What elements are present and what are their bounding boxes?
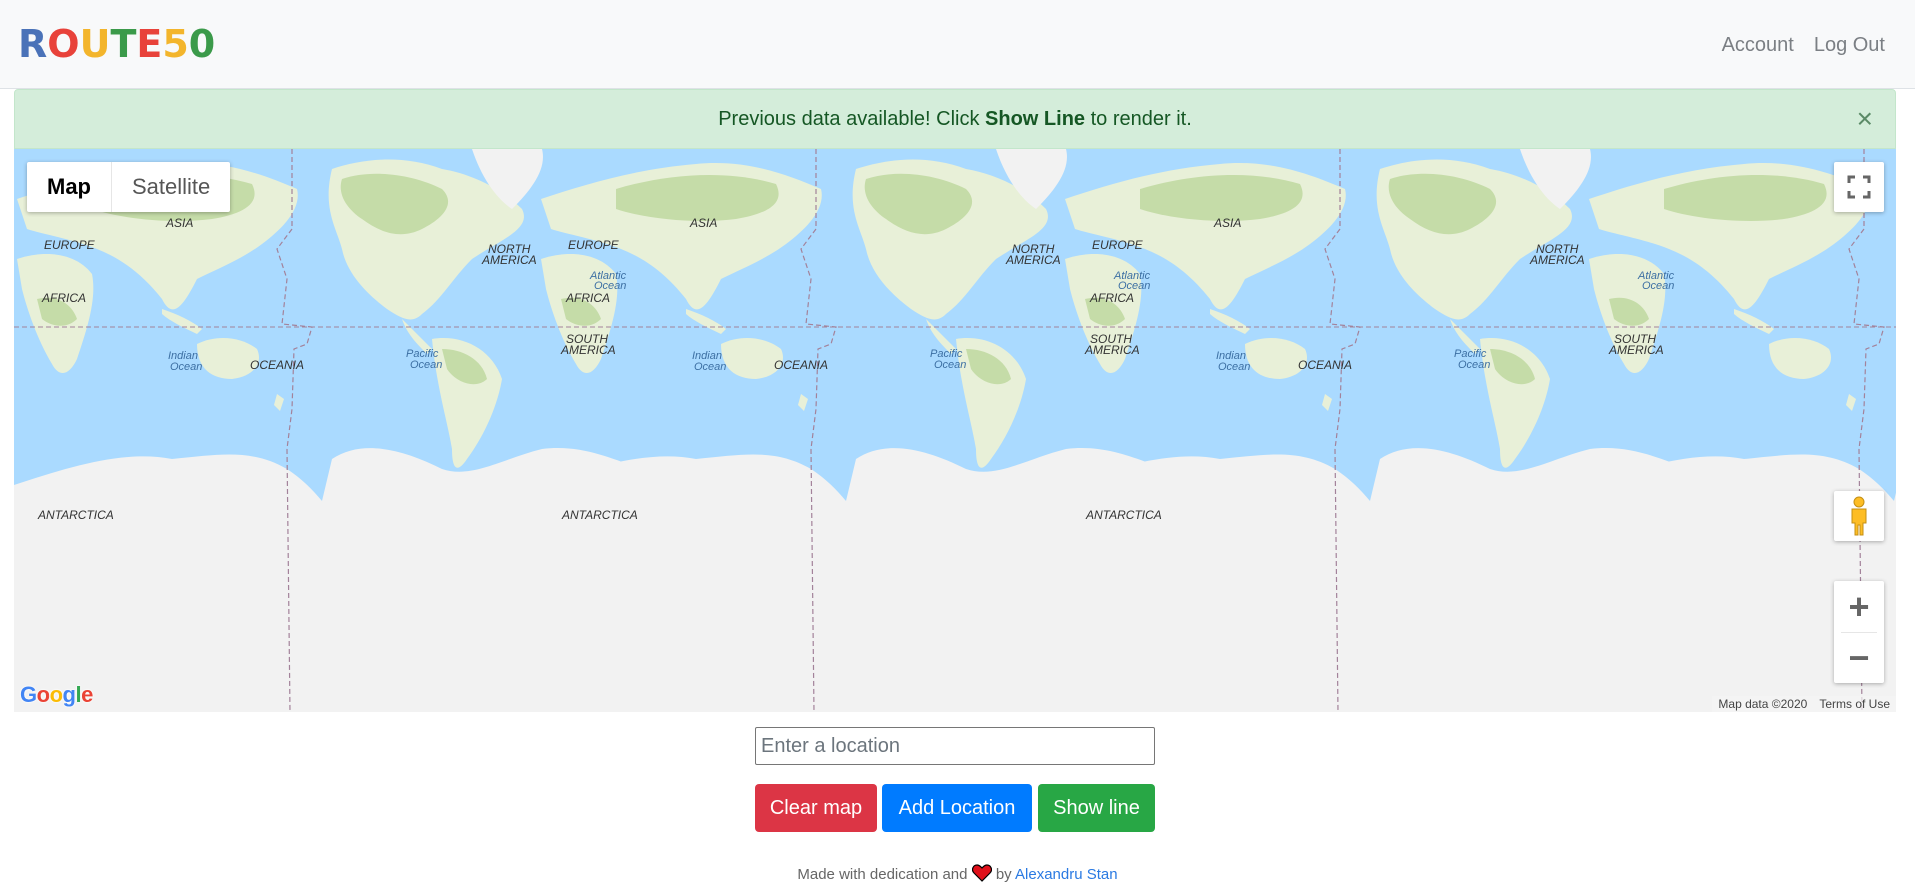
label-south-america-3: AMERICA — [1608, 343, 1664, 357]
navbar: ROUTE50 Account Log Out — [0, 0, 1915, 89]
brand-letter: 5 — [162, 22, 189, 66]
brand-letter: E — [136, 22, 163, 66]
google-logo-letter: e — [81, 682, 93, 707]
fullscreen-button[interactable] — [1834, 162, 1884, 212]
google-logo-letter: o — [36, 682, 50, 707]
map-footer: Map data ©2020 Terms of Use — [1712, 696, 1896, 712]
map-type-control: Map Satellite — [27, 162, 231, 212]
map-type-satellite-button[interactable]: Satellite — [112, 162, 230, 212]
add-location-button[interactable]: Add Location — [882, 784, 1032, 832]
show-line-button[interactable]: Show line — [1038, 784, 1155, 832]
alert-text-before: Previous data available! Click — [718, 108, 980, 130]
label-pacific-ocean-2: Ocean — [934, 359, 966, 371]
zoom-out-button[interactable]: − — [1834, 633, 1884, 683]
nav-account-link[interactable]: Account — [1722, 34, 1794, 57]
label-asia: ASIA — [165, 216, 193, 230]
label-africa: AFRICA — [41, 291, 86, 305]
page-footer: Made with dedication and by Alexandru St… — [0, 864, 1915, 883]
heart-icon — [971, 864, 992, 882]
brand-logo[interactable]: ROUTE50 — [18, 20, 215, 68]
label-europe: EUROPE — [44, 238, 96, 252]
label-south-america-1: AMERICA — [560, 343, 616, 357]
footer-text: Made with dedication and — [797, 866, 968, 883]
zoom-control: + − — [1834, 581, 1884, 683]
street-view-pegman[interactable] — [1834, 491, 1884, 541]
previous-data-alert: Previous data available! Click Show Line… — [14, 89, 1896, 149]
fullscreen-icon — [1847, 175, 1871, 199]
label-indian-3b: Ocean — [1218, 361, 1250, 373]
google-logo-letter: g — [62, 682, 76, 707]
google-logo-letter: o — [49, 682, 63, 707]
brand-letter: U — [79, 22, 111, 66]
label-oceania-2: OCEANIA — [774, 358, 828, 372]
label-oceania: OCEANIA — [250, 358, 304, 372]
pegman-icon — [1851, 496, 1867, 536]
label-antarctica-3: ANTARCTICA — [1085, 508, 1162, 522]
label-america-2: AMERICA — [1005, 253, 1061, 267]
google-logo-letter: G — [20, 682, 37, 707]
nav-logout-link[interactable]: Log Out — [1814, 34, 1885, 57]
map-canvas[interactable]: EUROPE ASIA AFRICA OCEANIA ANTARCTICA In… — [14, 149, 1896, 712]
google-logo: Google — [20, 682, 93, 708]
terms-of-use-link[interactable]: Terms of Use — [1813, 696, 1896, 712]
brand-letter: 0 — [188, 22, 216, 66]
label-antarctica-2: ANTARCTICA — [561, 508, 638, 522]
world-map-tiles: EUROPE ASIA AFRICA OCEANIA ANTARCTICA In… — [14, 149, 1896, 712]
brand-letter: O — [47, 22, 80, 66]
label-asia-3: ASIA — [1213, 216, 1241, 230]
label-america-3: AMERICA — [1529, 253, 1585, 267]
location-input[interactable] — [755, 727, 1155, 765]
label-antarctica: ANTARCTICA — [37, 508, 114, 522]
map-type-map-button[interactable]: Map — [27, 162, 112, 212]
label-africa-2: AFRICA — [565, 291, 610, 305]
brand-letter: T — [110, 22, 137, 66]
label-indian-2b: Ocean — [694, 361, 726, 373]
nav-links: Account Log Out — [1722, 34, 1885, 57]
author-link[interactable]: Alexandru Stan — [1015, 866, 1118, 883]
label-oceania-3: OCEANIA — [1298, 358, 1352, 372]
label-asia-2: ASIA — [689, 216, 717, 230]
alert-close-button[interactable]: × — [1857, 90, 1873, 148]
zoom-in-button[interactable]: + — [1834, 582, 1884, 632]
label-pacific-ocean-1: Ocean — [410, 359, 442, 371]
label-indian-2: Ocean — [170, 361, 202, 373]
label-africa-3: AFRICA — [1089, 291, 1134, 305]
alert-bold-text: Show Line — [985, 108, 1086, 130]
brand-letter: R — [18, 22, 48, 66]
clear-map-button[interactable]: Clear map — [755, 784, 877, 832]
footer-by: by — [995, 866, 1012, 883]
label-pacific-ocean-3: Ocean — [1458, 359, 1490, 371]
alert-text-after: to render it. — [1090, 108, 1192, 130]
map-attribution: Map data ©2020 — [1718, 697, 1808, 711]
label-south-america-2: AMERICA — [1084, 343, 1140, 357]
label-america-1: AMERICA — [481, 253, 537, 267]
label-europe-2: EUROPE — [568, 238, 620, 252]
label-atlantic-ocean-3: Ocean — [1642, 280, 1674, 292]
label-europe-3: EUROPE — [1092, 238, 1144, 252]
